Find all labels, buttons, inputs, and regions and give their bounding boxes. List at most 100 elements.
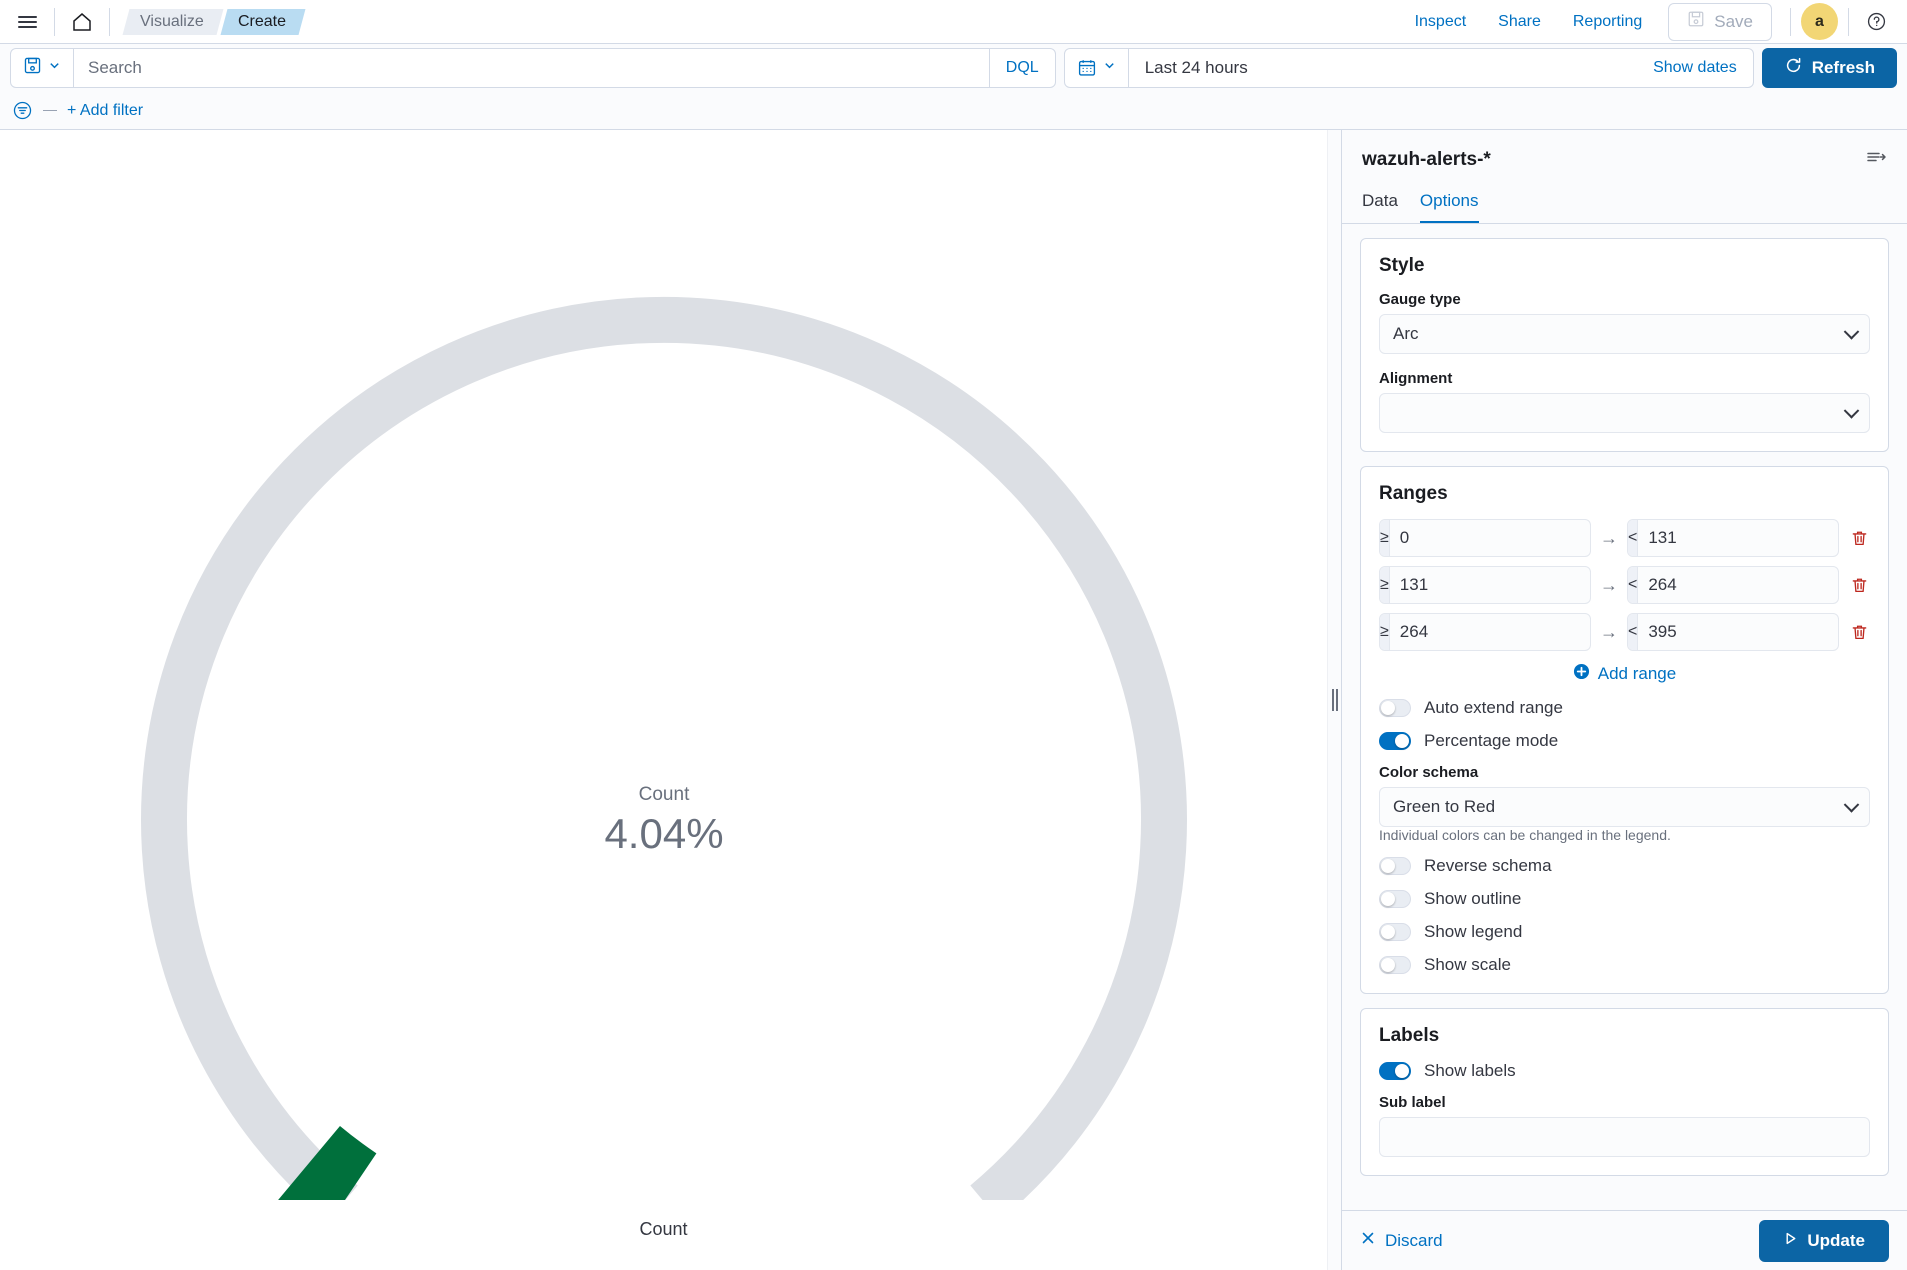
saved-query-button[interactable] xyxy=(11,49,74,87)
home-icon[interactable] xyxy=(65,5,99,39)
chevron-down-icon xyxy=(1103,59,1116,77)
lt-prefix: < xyxy=(1628,614,1639,650)
date-range-value[interactable]: Last 24 hours xyxy=(1129,58,1637,78)
show-dates-link[interactable]: Show dates xyxy=(1637,59,1753,77)
percentage-mode-toggle[interactable] xyxy=(1379,732,1411,750)
trash-icon[interactable] xyxy=(1848,623,1870,642)
calendar-icon[interactable] xyxy=(1065,49,1129,87)
side-panel-tabs: Data Options xyxy=(1362,191,1887,223)
chevron-down-icon xyxy=(1843,403,1860,419)
range-to-input[interactable] xyxy=(1638,614,1838,650)
divider xyxy=(1790,7,1791,36)
range-row: ≥ → < xyxy=(1379,519,1870,557)
filter-bar: + Add filter xyxy=(0,92,1907,130)
search-input[interactable] xyxy=(74,49,989,87)
gte-prefix: ≥ xyxy=(1380,567,1390,603)
auto-extend-range-toggle-row: Auto extend range xyxy=(1379,698,1870,718)
trash-icon[interactable] xyxy=(1848,576,1870,595)
show-scale-label: Show scale xyxy=(1424,955,1511,974)
range-row: ≥ → < xyxy=(1379,613,1870,651)
show-legend-toggle[interactable] xyxy=(1379,923,1411,941)
percentage-mode-label: Percentage mode xyxy=(1424,731,1559,750)
range-to-field[interactable]: < xyxy=(1627,566,1839,604)
sub-label-input[interactable] xyxy=(1379,1117,1870,1157)
filter-separator xyxy=(43,110,57,111)
collapse-panel-icon[interactable] xyxy=(1865,146,1887,173)
divider xyxy=(54,7,55,36)
chevron-down-icon xyxy=(1843,797,1860,813)
query-bar: DQL Last 24 hours Show dates xyxy=(0,44,1907,92)
panel-resize-handle[interactable] xyxy=(1327,130,1341,1270)
tab-data[interactable]: Data xyxy=(1362,191,1398,223)
app-root: Visualize Create Inspect Share Reporting… xyxy=(0,0,1907,1270)
side-panel-footer: Discard Update xyxy=(1342,1210,1907,1270)
show-labels-toggle-row: Show labels xyxy=(1379,1061,1870,1081)
header-actions: Inspect Share Reporting Save a xyxy=(1399,2,1893,41)
trash-icon[interactable] xyxy=(1848,529,1870,548)
range-from-input[interactable] xyxy=(1389,520,1590,556)
color-schema-hint: Individual colors can be changed in the … xyxy=(1379,827,1671,843)
query-language-badge[interactable]: DQL xyxy=(988,49,1055,87)
auto-extend-range-label: Auto extend range xyxy=(1424,698,1563,717)
show-outline-toggle[interactable] xyxy=(1379,890,1411,908)
saved-query-disk-icon xyxy=(23,56,42,80)
gte-prefix: ≥ xyxy=(1380,614,1390,650)
refresh-button[interactable]: Refresh xyxy=(1761,48,1897,88)
add-filter-button[interactable]: + Add filter xyxy=(67,102,143,120)
add-range-label: Add range xyxy=(1597,664,1677,683)
color-schema-select[interactable]: Green to Red xyxy=(1379,787,1870,827)
gte-prefix: ≥ xyxy=(1380,520,1390,556)
reverse-schema-label: Reverse schema xyxy=(1424,856,1552,875)
show-scale-toggle[interactable] xyxy=(1379,956,1411,974)
range-from-field[interactable]: ≥ xyxy=(1379,613,1591,651)
reverse-schema-toggle[interactable] xyxy=(1379,857,1411,875)
divider xyxy=(1848,7,1849,36)
style-section-title: Style xyxy=(1379,255,1425,276)
reporting-link[interactable]: Reporting xyxy=(1557,13,1658,31)
play-icon xyxy=(1783,1231,1798,1251)
gauge-center-value: 4.04% xyxy=(604,810,723,857)
range-arrow-icon: → xyxy=(1600,574,1618,595)
style-panel: Style Gauge type Arc Alignment xyxy=(1360,238,1889,452)
update-label: Update xyxy=(1807,1230,1865,1250)
inspect-link[interactable]: Inspect xyxy=(1399,13,1483,31)
range-to-field[interactable]: < xyxy=(1627,613,1839,651)
add-range-button[interactable]: Add range xyxy=(1379,663,1870,685)
range-to-field[interactable]: < xyxy=(1627,519,1839,557)
filter-icon[interactable] xyxy=(12,100,33,121)
breadcrumb: Visualize Create xyxy=(122,8,306,35)
range-from-field[interactable]: ≥ xyxy=(1379,566,1591,604)
color-schema-value: Green to Red xyxy=(1393,797,1496,816)
avatar[interactable]: a xyxy=(1801,3,1838,40)
options-scroll-area[interactable]: Style Gauge type Arc Alignment Ranges ≥ … xyxy=(1342,224,1907,1210)
breadcrumb-visualize[interactable]: Visualize xyxy=(122,8,224,35)
gauge-center-label: Count xyxy=(638,784,689,805)
range-from-field[interactable]: ≥ xyxy=(1379,519,1591,557)
search-container: DQL xyxy=(10,48,1056,88)
range-arrow-icon: → xyxy=(1600,527,1618,548)
range-to-input[interactable] xyxy=(1638,567,1838,603)
save-button-label: Save xyxy=(1714,11,1753,31)
show-scale-toggle-row: Show scale xyxy=(1379,955,1870,975)
range-to-input[interactable] xyxy=(1638,520,1838,556)
save-button[interactable]: Save xyxy=(1668,2,1772,41)
tab-options[interactable]: Options xyxy=(1419,191,1479,223)
breadcrumb-create[interactable]: Create xyxy=(220,8,306,35)
discard-button[interactable]: Discard xyxy=(1360,1230,1443,1251)
gauge-type-select[interactable]: Arc xyxy=(1379,314,1870,354)
gauge-value-segment xyxy=(277,1125,377,1200)
show-labels-toggle[interactable] xyxy=(1379,1062,1411,1080)
hamburger-icon[interactable] xyxy=(10,5,44,39)
sub-label-label: Sub label xyxy=(1379,1094,1446,1111)
show-labels-label: Show labels xyxy=(1424,1061,1516,1080)
share-link[interactable]: Share xyxy=(1482,13,1557,31)
update-button[interactable]: Update xyxy=(1759,1219,1889,1262)
auto-extend-range-toggle[interactable] xyxy=(1379,699,1411,717)
range-from-input[interactable] xyxy=(1389,567,1590,603)
alignment-select[interactable] xyxy=(1379,393,1870,433)
page-title: wazuh-alerts-* xyxy=(1362,148,1491,170)
show-outline-label: Show outline xyxy=(1424,889,1522,908)
lt-prefix: < xyxy=(1628,567,1639,603)
range-from-input[interactable] xyxy=(1389,614,1590,650)
help-circle-icon[interactable] xyxy=(1859,5,1893,39)
